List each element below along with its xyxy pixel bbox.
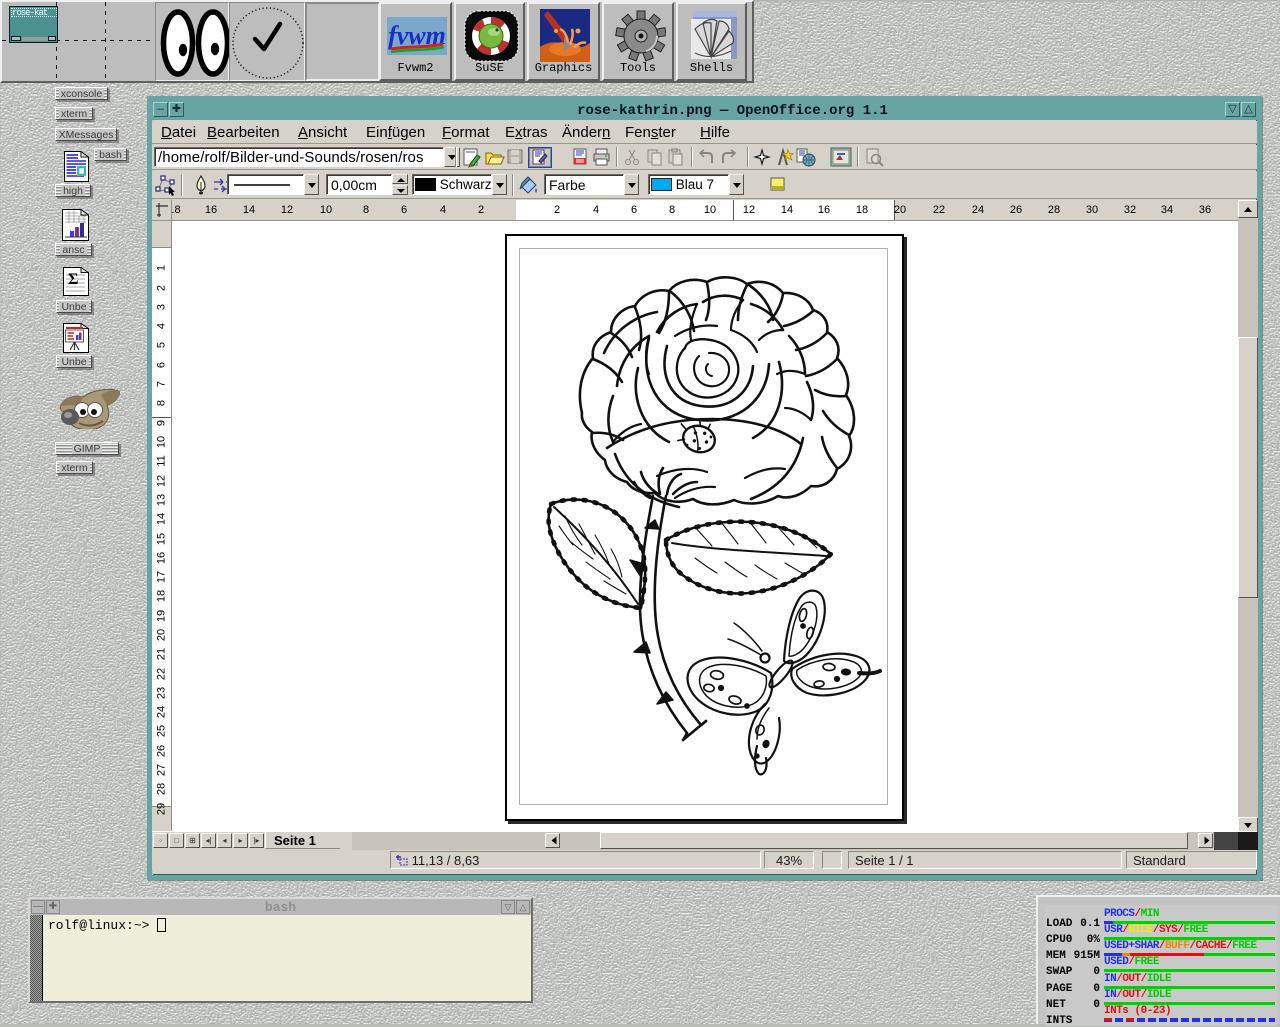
svg-text:Σ: Σ: [68, 271, 78, 288]
